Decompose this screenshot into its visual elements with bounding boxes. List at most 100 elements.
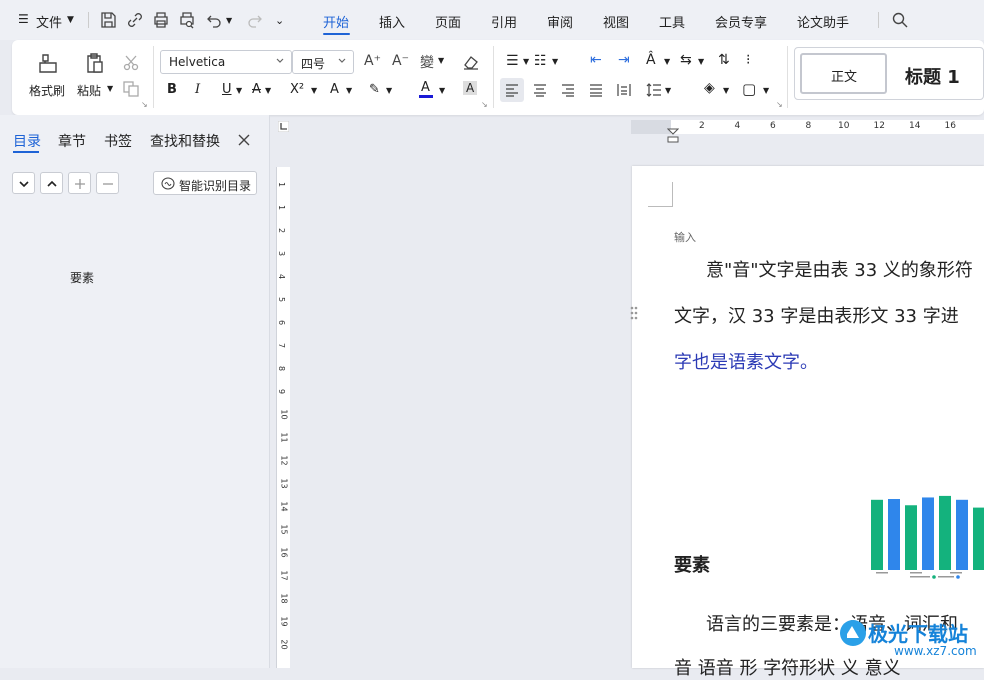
align-right-icon[interactable] bbox=[561, 83, 575, 97]
file-menu[interactable]: 文件 bbox=[36, 12, 62, 31]
chevron-down-icon[interactable]: ▼ bbox=[552, 57, 558, 66]
paste-chevron-icon[interactable]: ▼ bbox=[107, 84, 113, 93]
chevron-down-icon[interactable]: ▼ bbox=[763, 86, 769, 95]
chevron-down-icon[interactable]: ▼ bbox=[386, 86, 392, 95]
text-effect-icon[interactable]: A bbox=[330, 82, 339, 97]
clipboard-dialog-icon[interactable]: ↘ bbox=[141, 100, 148, 109]
chevron-down-icon[interactable]: ▼ bbox=[439, 86, 445, 95]
quick-access-more-icon[interactable]: ⌄ bbox=[275, 14, 284, 27]
shading-icon[interactable]: ◈ bbox=[704, 80, 715, 96]
drag-handle-icon[interactable] bbox=[629, 305, 639, 321]
expand-down-button[interactable] bbox=[12, 172, 35, 194]
hamburger-icon[interactable]: ☰ bbox=[18, 12, 29, 26]
file-chevron-icon[interactable]: ▼ bbox=[67, 15, 74, 25]
increase-indent-icon[interactable]: ⇥ bbox=[618, 52, 630, 68]
chevron-down-icon[interactable]: ▼ bbox=[311, 86, 317, 95]
distribute-icon[interactable] bbox=[617, 83, 631, 97]
tab-reference[interactable]: 引用 bbox=[491, 12, 517, 31]
divider bbox=[493, 46, 494, 108]
cut-icon[interactable] bbox=[122, 54, 140, 72]
tab-toc[interactable]: 目录 bbox=[13, 131, 41, 151]
tab-member[interactable]: 会员专享 bbox=[715, 12, 767, 31]
save-icon[interactable] bbox=[99, 11, 117, 29]
sort-icon[interactable]: ⇅ bbox=[718, 52, 730, 68]
tab-sections[interactable]: 章节 bbox=[58, 131, 86, 151]
copy-icon[interactable] bbox=[122, 80, 140, 98]
print-preview-icon[interactable] bbox=[178, 11, 196, 29]
vertical-ruler[interactable]: 1 1 2 3 4 5 6 7 8 9 10 11 12 13 14 15 16 17 18 19 20 bbox=[276, 167, 290, 668]
paragraph-line[interactable]: 意"音"文字是由表 33 义的象形符 bbox=[706, 256, 973, 282]
style-normal[interactable]: 正文 bbox=[800, 53, 887, 94]
tab-paper-assistant[interactable]: 论文助手 bbox=[797, 12, 849, 31]
chevron-down-icon[interactable]: ▼ bbox=[265, 86, 271, 95]
search-icon[interactable] bbox=[891, 11, 909, 29]
paragraph-line[interactable]: 文字，汉 33 字是由表形文 33 字进 bbox=[674, 302, 959, 328]
format-painter-icon[interactable] bbox=[36, 52, 60, 76]
justify-icon[interactable] bbox=[589, 83, 603, 97]
horizontal-ruler[interactable]: 2 4 6 8 10 12 14 16 bbox=[631, 120, 984, 134]
font-size-select[interactable]: 四号 bbox=[292, 50, 354, 74]
chevron-down-icon[interactable]: ▼ bbox=[236, 86, 242, 95]
format-painter-label[interactable]: 格式刷 bbox=[29, 82, 65, 99]
increase-font-icon[interactable]: A⁺ bbox=[364, 53, 381, 69]
style-heading1[interactable]: 标题 1 bbox=[905, 63, 960, 89]
tab-home[interactable]: 开始 bbox=[323, 12, 349, 31]
add-toc-button[interactable] bbox=[68, 172, 91, 194]
heading[interactable]: 要素 bbox=[674, 551, 710, 577]
decrease-font-icon[interactable]: A⁻ bbox=[392, 53, 409, 69]
tab-bookmarks[interactable]: 书签 bbox=[104, 131, 132, 151]
char-shading-icon[interactable]: A bbox=[463, 81, 478, 95]
close-icon[interactable] bbox=[237, 133, 251, 147]
redo-icon[interactable] bbox=[246, 11, 264, 29]
smart-toc-button[interactable]: 智能识别目录 bbox=[153, 171, 257, 195]
document-page[interactable]: 输入 意"音"文字是由表 33 义的象形符 文字，汉 33 字是由表形文 33 … bbox=[632, 166, 984, 679]
strikethrough-icon[interactable]: A bbox=[252, 82, 261, 97]
line-spacing-icon[interactable] bbox=[646, 83, 662, 97]
chevron-down-icon[interactable]: ▼ bbox=[698, 57, 704, 66]
numbered-list-icon[interactable]: ☷ bbox=[534, 53, 547, 69]
phonetic-guide-icon[interactable]: 變 bbox=[420, 52, 434, 72]
undo-icon[interactable] bbox=[205, 11, 223, 29]
borders-icon[interactable]: ▢ bbox=[742, 80, 756, 98]
toc-item[interactable]: 要素 bbox=[70, 269, 94, 286]
tab-insert[interactable]: 插入 bbox=[379, 12, 405, 31]
tab-view[interactable]: 视图 bbox=[603, 12, 629, 31]
highlight-icon[interactable]: ✎ bbox=[369, 82, 380, 97]
chevron-down-icon[interactable]: ▼ bbox=[346, 86, 352, 95]
paragraph-dialog-icon[interactable]: ↘ bbox=[776, 100, 783, 109]
chevron-down-icon[interactable]: ▼ bbox=[664, 57, 670, 66]
collapse-up-button[interactable] bbox=[40, 172, 63, 194]
decrease-indent-icon[interactable]: ⇤ bbox=[590, 52, 602, 68]
italic-icon[interactable]: I bbox=[195, 82, 200, 97]
underline-icon[interactable]: U bbox=[222, 82, 232, 97]
undo-chevron-icon[interactable]: ▼ bbox=[226, 16, 232, 25]
text-direction-icon[interactable]: ⇆ bbox=[680, 52, 692, 68]
bold-icon[interactable]: B bbox=[167, 82, 177, 97]
clear-format-icon[interactable] bbox=[462, 53, 480, 71]
paste-icon[interactable] bbox=[82, 52, 106, 76]
bullet-list-icon[interactable]: ☰ bbox=[506, 53, 519, 69]
chevron-down-icon[interactable]: ▼ bbox=[723, 86, 729, 95]
align-center-icon[interactable] bbox=[533, 83, 547, 97]
remove-toc-button[interactable] bbox=[96, 172, 119, 194]
indent-marker-icon[interactable] bbox=[667, 128, 679, 143]
tab-find-replace[interactable]: 查找和替换 bbox=[150, 131, 220, 151]
embedded-chart[interactable] bbox=[868, 490, 984, 582]
show-marks-icon[interactable]: ⁝ bbox=[746, 52, 750, 68]
tab-stop-icon[interactable] bbox=[278, 121, 289, 132]
tab-tools[interactable]: 工具 bbox=[659, 12, 685, 31]
font-color-icon[interactable]: A bbox=[421, 80, 430, 95]
tab-review[interactable]: 审阅 bbox=[547, 12, 573, 31]
paste-label[interactable]: 粘贴 bbox=[77, 82, 101, 99]
chevron-down-icon[interactable]: ▼ bbox=[438, 56, 444, 65]
print-icon[interactable] bbox=[152, 11, 170, 29]
font-dialog-icon[interactable]: ↘ bbox=[481, 100, 488, 109]
paragraph-line[interactable]: 字也是语素文字。 bbox=[674, 348, 818, 374]
chinese-layout-icon[interactable]: Â bbox=[646, 52, 656, 68]
font-name-select[interactable]: Helvetica bbox=[160, 50, 292, 74]
chevron-down-icon[interactable]: ▼ bbox=[665, 86, 671, 95]
link-icon[interactable] bbox=[126, 11, 144, 29]
chevron-down-icon[interactable]: ▼ bbox=[523, 57, 529, 66]
tab-page[interactable]: 页面 bbox=[435, 12, 461, 31]
superscript-icon[interactable]: X² bbox=[290, 82, 304, 97]
